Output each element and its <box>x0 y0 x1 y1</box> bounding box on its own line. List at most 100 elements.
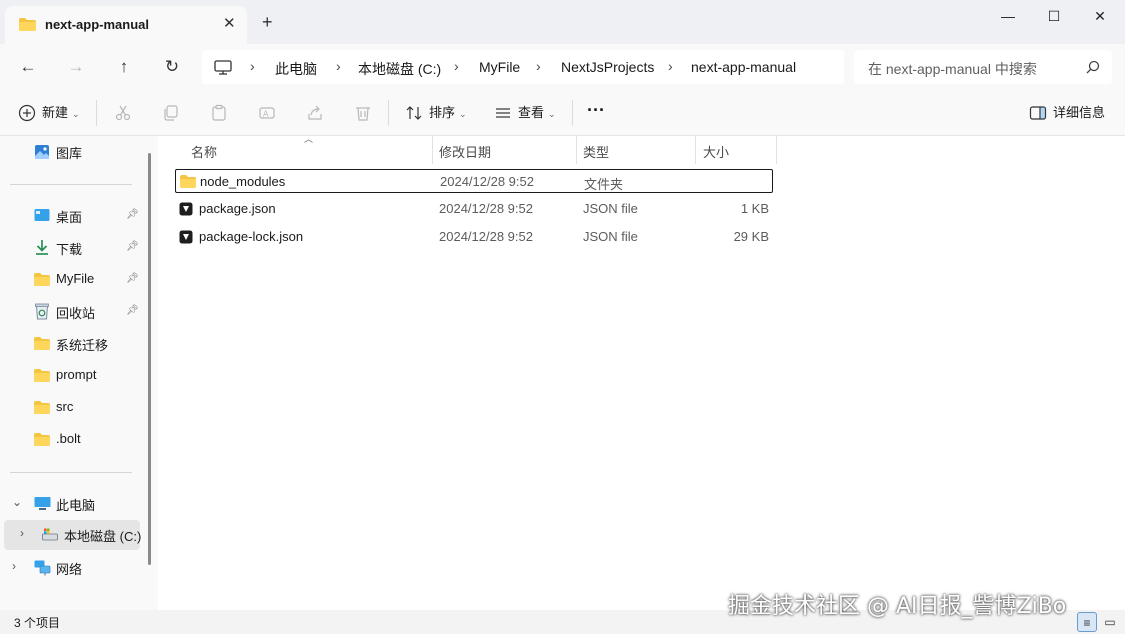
column-divider[interactable] <box>576 136 577 164</box>
toolbar-divider <box>96 100 97 126</box>
sidebar-item-gallery[interactable]: 图库 <box>0 137 145 167</box>
chevron-down-icon[interactable]: ⌄ <box>12 495 22 509</box>
sidebar-item-label: 系统迁移 <box>56 338 109 353</box>
folder-icon <box>34 273 50 286</box>
sidebar-item-local-disk[interactable]: › 本地磁盘 (C:) <box>4 520 141 550</box>
close-window-button[interactable]: ✕ <box>1077 6 1123 26</box>
details-button[interactable]: 详细信息 <box>1053 103 1105 123</box>
column-header-size[interactable]: 大小 <box>703 142 729 161</box>
json-file-icon <box>179 230 193 244</box>
minimize-button[interactable]: — <box>985 6 1031 26</box>
navigation-pane: 图库 桌面 📌︎ 下载 📌︎ MyFile 📌︎ 回收站 📌︎ 系统迁移 pro… <box>0 136 158 610</box>
sidebar-item-label: .bolt <box>56 431 81 446</box>
breadcrumb[interactable]: › 此电脑 › 本地磁盘 (C:) › MyFile › NextJsProje… <box>202 50 844 84</box>
breadcrumb-next-app-manual[interactable]: next-app-manual <box>691 59 796 75</box>
breadcrumb-this-pc[interactable]: 此电脑 <box>275 59 317 79</box>
item-count: 3 个项目 <box>14 616 61 630</box>
copy-icon[interactable] <box>162 104 180 122</box>
sidebar-item-myfile[interactable]: MyFile 📌︎ <box>0 265 145 295</box>
column-divider[interactable] <box>776 136 777 164</box>
view-icon <box>496 108 510 118</box>
breadcrumb-myfile[interactable]: MyFile <box>479 59 520 75</box>
sidebar-item-downloads[interactable]: 下载 📌︎ <box>0 233 145 263</box>
search-icon[interactable] <box>1086 60 1100 74</box>
pin-icon: 📌︎ <box>126 273 139 284</box>
tab-title: next-app-manual <box>45 17 150 32</box>
up-button[interactable]: ↑ <box>110 54 138 80</box>
search-placeholder[interactable]: 在 next-app-manual 中搜索 <box>868 59 1037 79</box>
folder-icon <box>34 401 50 414</box>
breadcrumb-separator: › <box>454 58 459 74</box>
sidebar-item-desktop[interactable]: 桌面 📌︎ <box>0 201 145 231</box>
tiles-view-button[interactable]: ▭ <box>1100 612 1120 632</box>
sidebar-item-folder-system-migration[interactable]: 系统迁移 <box>0 329 145 359</box>
sidebar-scrollbar-thumb[interactable] <box>148 153 151 565</box>
sidebar-divider <box>10 184 132 185</box>
file-name: package-lock.json <box>199 229 304 244</box>
file-type: JSON file <box>583 201 638 216</box>
table-row[interactable]: node_modules 2024/12/28 9:52 文件夹 <box>175 169 773 193</box>
search-box[interactable]: 在 next-app-manual 中搜索 <box>854 50 1112 84</box>
pin-icon: 📌︎ <box>126 209 139 220</box>
delete-icon[interactable] <box>354 104 372 122</box>
sort-icon <box>406 106 422 120</box>
chevron-right-icon[interactable]: › <box>20 526 24 540</box>
column-divider[interactable] <box>432 136 433 164</box>
sort-button-label: 排序 <box>429 105 456 120</box>
sidebar-item-folder-prompt[interactable]: prompt <box>0 361 145 391</box>
sidebar-item-label: MyFile <box>56 271 95 286</box>
view-button[interactable]: 查看 ⌄ <box>518 103 556 124</box>
sort-button[interactable]: 排序 ⌄ <box>429 103 467 124</box>
sidebar-item-label: 此电脑 <box>56 498 96 513</box>
drive-icon <box>42 528 58 541</box>
sidebar-item-label: 图库 <box>56 146 83 161</box>
watermark: 掘金技术社区 @ AI日报_訾博ZiBo <box>728 594 1067 619</box>
toolbar-divider <box>388 100 389 126</box>
details-view-button[interactable]: ≡ <box>1077 612 1097 632</box>
breadcrumb-local-disk[interactable]: 本地磁盘 (C:) <box>358 59 441 79</box>
view-button-label: 查看 <box>518 105 545 120</box>
new-button[interactable]: 新建 ⌄ <box>42 103 80 124</box>
this-pc-icon <box>34 497 51 510</box>
sidebar-item-folder-bolt[interactable]: .bolt <box>0 425 145 455</box>
sidebar-item-recycle-bin[interactable]: 回收站 📌︎ <box>0 297 145 327</box>
breadcrumb-nextjsprojects[interactable]: NextJsProjects <box>561 59 654 75</box>
sidebar-item-folder-src[interactable]: src <box>0 393 145 423</box>
file-list: ︿ 名称 修改日期 类型 大小 node_modules 2024/12/28 … <box>158 134 1125 610</box>
sidebar-item-label: src <box>56 399 74 414</box>
table-row[interactable]: package.json 2024/12/28 9:52 JSON file 1… <box>175 197 773 221</box>
forward-button[interactable]: → <box>62 54 90 80</box>
new-tab-button[interactable]: + <box>262 12 273 32</box>
column-header-modified[interactable]: 修改日期 <box>439 142 491 161</box>
sidebar-divider <box>10 472 132 473</box>
back-button[interactable]: ← <box>14 54 42 80</box>
file-size: 1 KB <box>740 201 769 216</box>
maximize-button[interactable]: ☐ <box>1031 6 1077 26</box>
toolbar-divider <box>572 100 573 126</box>
table-row[interactable]: package-lock.json 2024/12/28 9:52 JSON f… <box>175 225 773 249</box>
chevron-right-icon[interactable]: › <box>12 559 16 573</box>
refresh-button[interactable]: ↻ <box>158 54 186 80</box>
tab-close-button[interactable]: ✕ <box>223 15 236 33</box>
column-header-name[interactable]: 名称 <box>191 142 217 161</box>
desktop-icon <box>34 209 50 221</box>
share-icon[interactable] <box>306 104 324 122</box>
chevron-down-icon: ⌄ <box>459 109 467 119</box>
computer-icon[interactable] <box>214 60 232 75</box>
paste-icon[interactable] <box>210 104 228 122</box>
column-divider[interactable] <box>695 136 696 164</box>
chevron-down-icon: ⌄ <box>548 109 556 119</box>
folder-icon <box>19 18 36 31</box>
rename-icon[interactable]: A <box>258 104 276 122</box>
column-header-type[interactable]: 类型 <box>583 142 609 161</box>
sort-ascending-icon: ︿ <box>304 134 314 144</box>
tab-next-app-manual[interactable]: next-app-manual ✕ <box>5 6 247 44</box>
sidebar-item-network[interactable]: › 网络 <box>0 553 145 583</box>
file-name: node_modules <box>200 174 286 189</box>
file-type: JSON file <box>583 229 638 244</box>
folder-icon <box>34 337 50 350</box>
more-options-button[interactable]: ··· <box>587 100 605 120</box>
details-pane-icon <box>1029 106 1047 120</box>
sidebar-item-this-pc[interactable]: ⌄ 此电脑 <box>0 489 145 519</box>
cut-icon[interactable] <box>114 104 132 122</box>
